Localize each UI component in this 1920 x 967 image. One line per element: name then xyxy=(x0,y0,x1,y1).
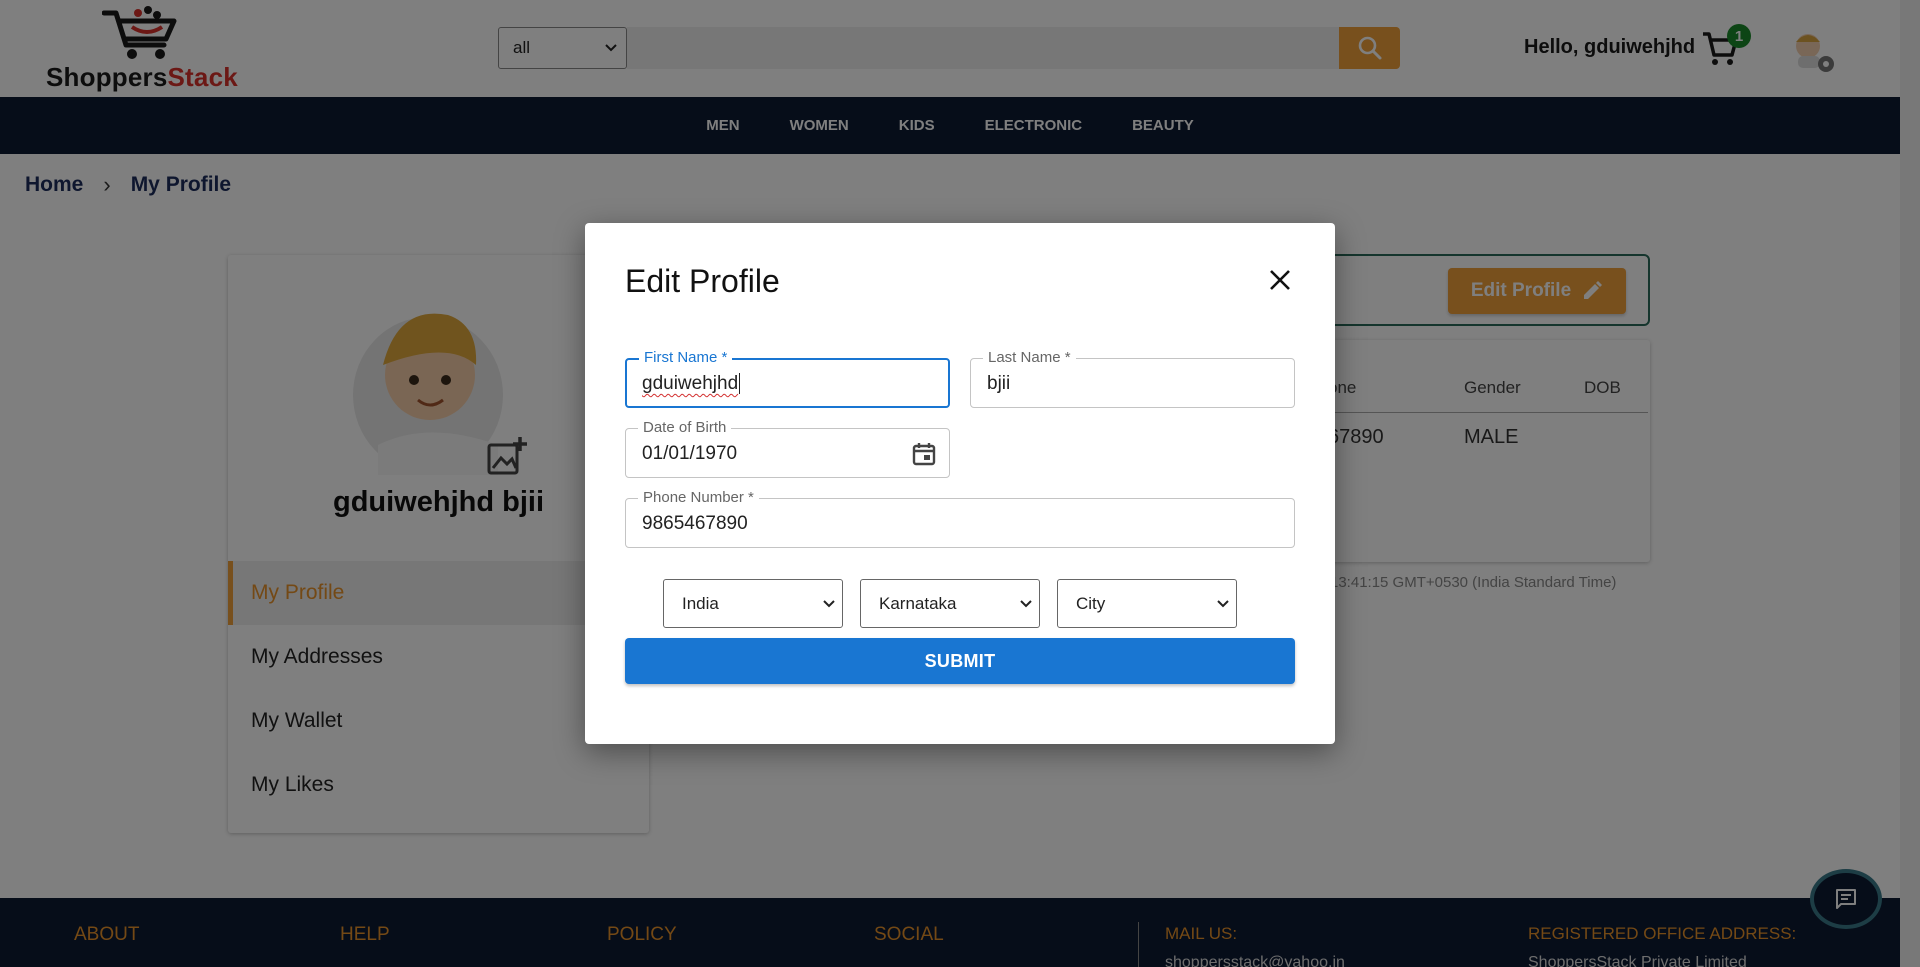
phone-value: 9865467890 xyxy=(642,513,748,534)
last-name-value: bjii xyxy=(987,373,1011,394)
state-value: Karnataka xyxy=(879,593,957,613)
date-of-birth-field[interactable]: Date of Birth 01/01/1970 xyxy=(625,420,950,478)
close-icon xyxy=(1270,270,1290,290)
first-name-field[interactable]: First Name * gduiwehjhd xyxy=(625,350,950,408)
state-select[interactable]: Karnataka xyxy=(860,579,1040,628)
city-value: City xyxy=(1076,593,1106,613)
submit-button[interactable]: SUBMIT xyxy=(625,638,1295,684)
city-select[interactable]: City xyxy=(1057,579,1237,628)
dialog-title: Edit Profile xyxy=(625,263,780,299)
text-caret xyxy=(739,373,741,395)
calendar-icon[interactable] xyxy=(911,441,937,472)
first-name-value: gduiwehjhd xyxy=(642,373,741,395)
country-select[interactable]: India xyxy=(663,579,843,628)
first-name-text: gduiwehjhd xyxy=(642,373,739,394)
country-value: India xyxy=(682,593,719,613)
close-dialog-button[interactable] xyxy=(1265,265,1295,295)
last-name-field[interactable]: Last Name * bjii xyxy=(970,350,1295,408)
chevron-down-icon xyxy=(1020,599,1032,607)
last-name-label: Last Name * xyxy=(983,350,1076,366)
phone-label: Phone Number * xyxy=(638,490,759,506)
dob-value: 01/01/1970 xyxy=(642,443,738,464)
chevron-down-icon xyxy=(823,599,835,607)
dob-label: Date of Birth xyxy=(638,420,732,436)
edit-profile-dialog: Edit Profile First Name * gduiwehjhd Las… xyxy=(585,223,1335,744)
phone-number-field[interactable]: Phone Number * 9865467890 xyxy=(625,490,1295,548)
first-name-label: First Name * xyxy=(639,350,733,366)
chevron-down-icon xyxy=(1217,599,1229,607)
